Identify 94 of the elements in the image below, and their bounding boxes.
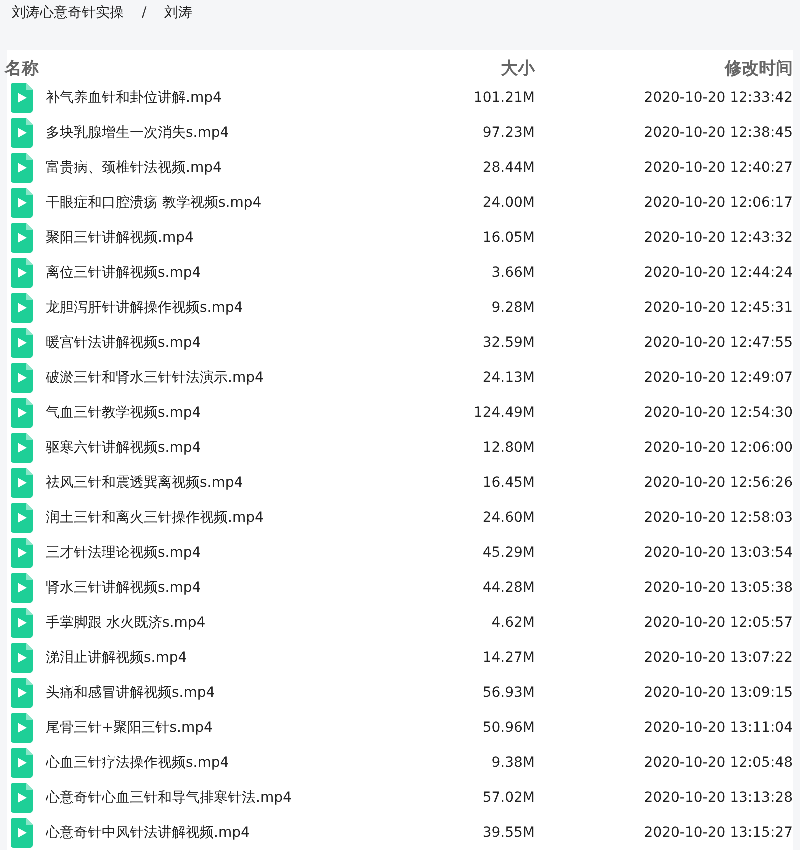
- video-file-icon: [11, 258, 33, 288]
- file-name-link[interactable]: 多块乳腺增生一次消失s.mp4: [46, 124, 405, 142]
- file-size: 45.29M: [482, 544, 535, 560]
- file-name-link[interactable]: 暖宫针法讲解视频s.mp4: [46, 334, 405, 352]
- video-file-icon: [11, 118, 33, 148]
- modified-time: 2020-10-20 12:45:31: [643, 300, 793, 316]
- file-size: 56.93M: [482, 684, 535, 700]
- modified-time: 2020-10-20 12:38:45: [643, 124, 793, 140]
- column-header[interactable]: 大小: [405, 57, 535, 80]
- column-header[interactable]: 名称: [5, 57, 405, 80]
- file-size: 4.62M: [490, 614, 535, 630]
- file-size: 24.13M: [482, 370, 535, 386]
- video-file-icon: [11, 188, 33, 218]
- file-size: 9.28M: [490, 300, 535, 316]
- modified-time: 2020-10-20 13:13:28: [643, 790, 793, 806]
- file-size: 16.05M: [482, 230, 535, 246]
- video-file-icon: [11, 642, 33, 672]
- breadcrumb-separator: /: [142, 4, 147, 23]
- file-name-link[interactable]: 润土三针和离火三针操作视频.mp4: [46, 508, 405, 526]
- file-size: 57.02M: [482, 790, 535, 806]
- file-size: 9.38M: [490, 754, 535, 770]
- column-header[interactable]: 修改时间: [535, 57, 793, 80]
- breadcrumb-link[interactable]: 刘涛: [164, 3, 193, 23]
- modified-time: 2020-10-20 12:54:30: [643, 404, 793, 420]
- file-size: 39.55M: [482, 824, 535, 840]
- file-name-link[interactable]: 心意奇针中风针法讲解视频.mp4: [46, 824, 405, 842]
- modified-time: 2020-10-20 13:15:27: [643, 824, 793, 840]
- file-name-link[interactable]: 驱寒六针讲解视频s.mp4: [46, 438, 405, 456]
- file-size: 16.45M: [482, 474, 535, 490]
- file-name-link[interactable]: 破淤三针和肾水三针针法演示.mp4: [46, 368, 405, 386]
- file-size: 101.21M: [472, 90, 535, 106]
- file-size: 3.66M: [490, 264, 535, 280]
- file-size: 97.23M: [482, 124, 535, 140]
- video-file-icon: [11, 502, 33, 532]
- video-file-icon: [11, 678, 33, 708]
- file-size: 50.96M: [482, 720, 535, 736]
- modified-time: 2020-10-20 12:33:42: [643, 90, 793, 106]
- modified-time: 2020-10-20 13:07:22: [643, 650, 793, 666]
- file-size: 124.49M: [472, 404, 535, 420]
- modified-time: 2020-10-20 12:06:00: [643, 440, 793, 456]
- video-file-icon: [11, 328, 33, 358]
- video-file-icon: [11, 818, 33, 848]
- video-file-icon: [11, 572, 33, 602]
- modified-time: 2020-10-20 12:58:03: [643, 510, 793, 526]
- modified-time: 2020-10-20 12:05:48: [643, 754, 793, 770]
- video-file-icon: [11, 538, 33, 568]
- video-file-icon: [11, 82, 33, 112]
- modified-time: 2020-10-20 13:09:15: [643, 684, 793, 700]
- video-file-icon: [11, 608, 33, 638]
- file-name-link[interactable]: 肾水三针讲解视频s.mp4: [46, 578, 405, 596]
- video-file-icon: [11, 748, 33, 778]
- file-name-link[interactable]: 补气养血针和卦位讲解.mp4: [46, 88, 405, 106]
- file-name-link[interactable]: 干眼症和口腔溃疡 教学视频s.mp4: [46, 194, 405, 212]
- file-size: 44.28M: [482, 580, 535, 596]
- file-name-link[interactable]: 头痛和感冒讲解视频s.mp4: [46, 684, 405, 702]
- video-file-icon: [11, 398, 33, 428]
- file-name-link[interactable]: 心血三针疗法操作视频s.mp4: [46, 754, 405, 772]
- file-name-link[interactable]: 心意奇针心血三针和导气排寒针法.mp4: [46, 788, 405, 806]
- modified-time: 2020-10-20 13:03:54: [643, 544, 793, 560]
- breadcrumb-link[interactable]: 刘涛心意奇针实操: [12, 3, 124, 23]
- file-name-link[interactable]: 尾骨三针+聚阳三针s.mp4: [46, 718, 405, 736]
- modified-time: 2020-10-20 12:56:26: [643, 474, 793, 490]
- file-size: 24.00M: [482, 194, 535, 210]
- file-size: 24.60M: [482, 510, 535, 526]
- modified-time: 2020-10-20 12:44:24: [643, 264, 793, 280]
- video-file-icon: [11, 292, 33, 322]
- video-file-icon: [11, 712, 33, 742]
- video-file-icon: [11, 222, 33, 252]
- modified-time: 2020-10-20 13:11:04: [643, 720, 793, 736]
- file-name-link[interactable]: 三才针法理论视频s.mp4: [46, 544, 405, 562]
- file-name-link[interactable]: 龙胆泻肝针讲解操作视频s.mp4: [46, 298, 405, 316]
- video-file-icon: [11, 468, 33, 498]
- file-size: 28.44M: [482, 160, 535, 176]
- file-name-link[interactable]: 祛风三针和震透巽离视频s.mp4: [46, 474, 405, 492]
- file-size: 12.80M: [482, 440, 535, 456]
- modified-time: 2020-10-20 13:05:38: [643, 580, 793, 596]
- modified-time: 2020-10-20 12:40:27: [643, 160, 793, 176]
- file-name-link[interactable]: 离位三针讲解视频s.mp4: [46, 264, 405, 282]
- modified-time: 2020-10-20 12:47:55: [643, 334, 793, 350]
- file-size: 14.27M: [482, 650, 535, 666]
- video-file-icon: [11, 432, 33, 462]
- modified-time: 2020-10-20 12:05:57: [643, 614, 793, 630]
- file-name-link[interactable]: 气血三针教学视频s.mp4: [46, 404, 405, 422]
- video-file-icon: [11, 362, 33, 392]
- modified-time: 2020-10-20 12:49:07: [643, 370, 793, 386]
- file-name-link[interactable]: 涕泪止讲解视频s.mp4: [46, 648, 405, 666]
- modified-time: 2020-10-20 12:06:17: [643, 194, 793, 210]
- video-file-icon: [11, 782, 33, 812]
- video-file-icon: [11, 152, 33, 182]
- file-name-link[interactable]: 手掌脚跟 水火既济s.mp4: [46, 614, 405, 632]
- file-name-link[interactable]: 聚阳三针讲解视频.mp4: [46, 228, 405, 246]
- modified-time: 2020-10-20 12:43:32: [643, 230, 793, 246]
- file-name-link[interactable]: 富贵病、颈椎针法视频.mp4: [46, 158, 405, 176]
- file-size: 32.59M: [482, 334, 535, 350]
